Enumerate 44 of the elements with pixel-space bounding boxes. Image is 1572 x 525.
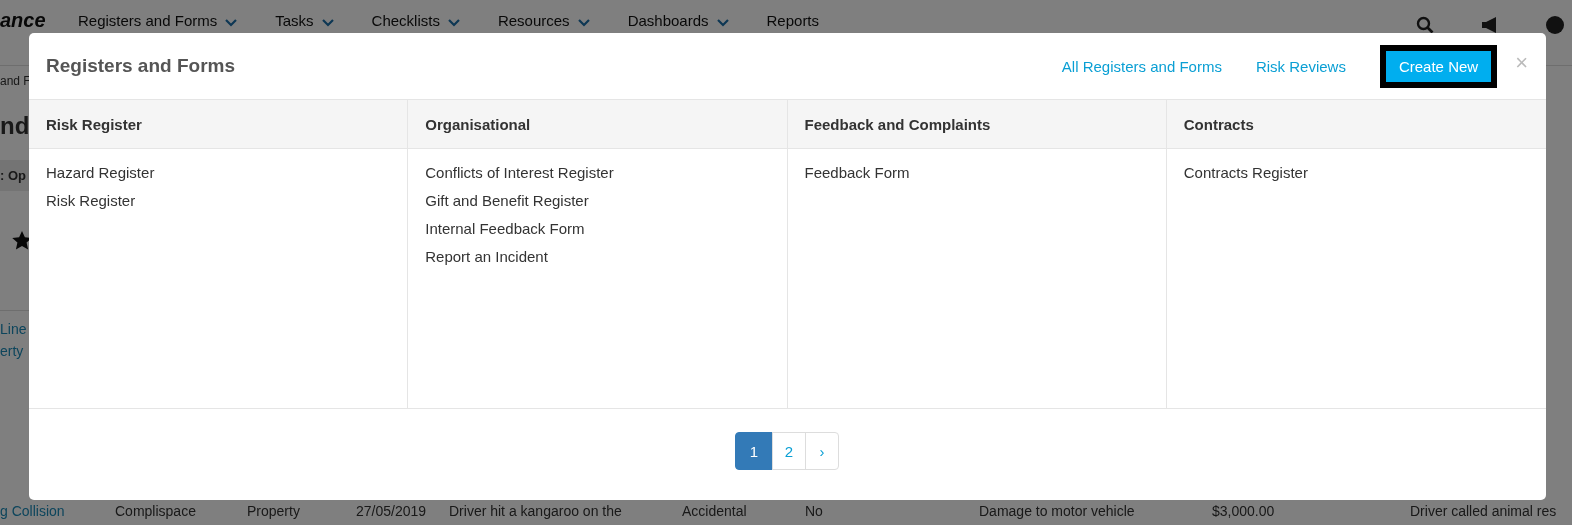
nav-menu-item[interactable]: Tasks	[275, 12, 334, 29]
form-link[interactable]: Contracts Register	[1183, 163, 1529, 182]
list-item: Accidental	[681, 503, 748, 519]
nav-menu-item[interactable]: Reports	[766, 12, 820, 29]
chevron-icon[interactable]	[225, 18, 238, 27]
form-link[interactable]: Report an Incident	[425, 247, 770, 266]
star-icon[interactable]	[12, 231, 32, 250]
table-cell-text: Complispace	[115, 503, 197, 519]
table-cell-text: Driver called animal res	[1410, 503, 1558, 519]
form-link[interactable]: Hazard Register	[46, 163, 391, 182]
chevron-icon[interactable]	[321, 18, 334, 27]
create-new-button[interactable]: Create New	[1385, 50, 1492, 82]
link[interactable]: g Collision	[0, 503, 115, 519]
modal-title: Registers and Forms	[46, 55, 235, 77]
column-heading: Contracts	[1166, 100, 1546, 149]
page-heading: nd	[0, 112, 30, 140]
nav-menu-item[interactable]: Registers and Forms	[78, 12, 238, 29]
form-link[interactable]: Gift and Benefit Register	[425, 191, 770, 210]
page-button[interactable]: 2	[772, 432, 806, 470]
chevron-icon[interactable]	[447, 18, 460, 27]
form-link[interactable]: Internal Feedback Form	[425, 219, 770, 238]
column-heading: Feedback and Complaints	[787, 100, 1166, 149]
form-link[interactable]: Feedback Form	[804, 163, 1149, 182]
search-icon[interactable]	[1416, 16, 1434, 34]
chevron-icon[interactable]	[577, 18, 590, 27]
table-cell-text: Property	[247, 503, 301, 519]
page-button[interactable]: 1	[735, 432, 773, 470]
form-link[interactable]: Risk Register	[46, 191, 391, 210]
form-link[interactable]: Conflicts of Interest Register	[425, 163, 770, 182]
nav-menu-item[interactable]: Resources	[497, 12, 590, 29]
page-button[interactable]: ›	[805, 432, 839, 470]
logo[interactable]: ance	[0, 9, 78, 32]
table-cell-text: Driver hit a kangaroo on the	[449, 503, 623, 519]
table-cell-text: $3,000.00	[1212, 503, 1276, 519]
link[interactable]: All Registers and Forms	[1061, 57, 1222, 75]
table-cell-text: 27/05/2019	[356, 503, 428, 519]
table-cell-text: Damage to motor vehicle	[979, 503, 1136, 519]
nav-menu-item[interactable]: Dashboards	[627, 12, 729, 29]
nav-menu-item[interactable]: Checklists	[371, 12, 460, 29]
column-heading: Risk Register	[29, 100, 408, 149]
column-heading: Organisational	[408, 100, 787, 149]
table-cell-text: No	[805, 503, 824, 519]
link[interactable]: Risk Reviews	[1255, 57, 1346, 75]
chevron-icon[interactable]	[716, 18, 729, 27]
